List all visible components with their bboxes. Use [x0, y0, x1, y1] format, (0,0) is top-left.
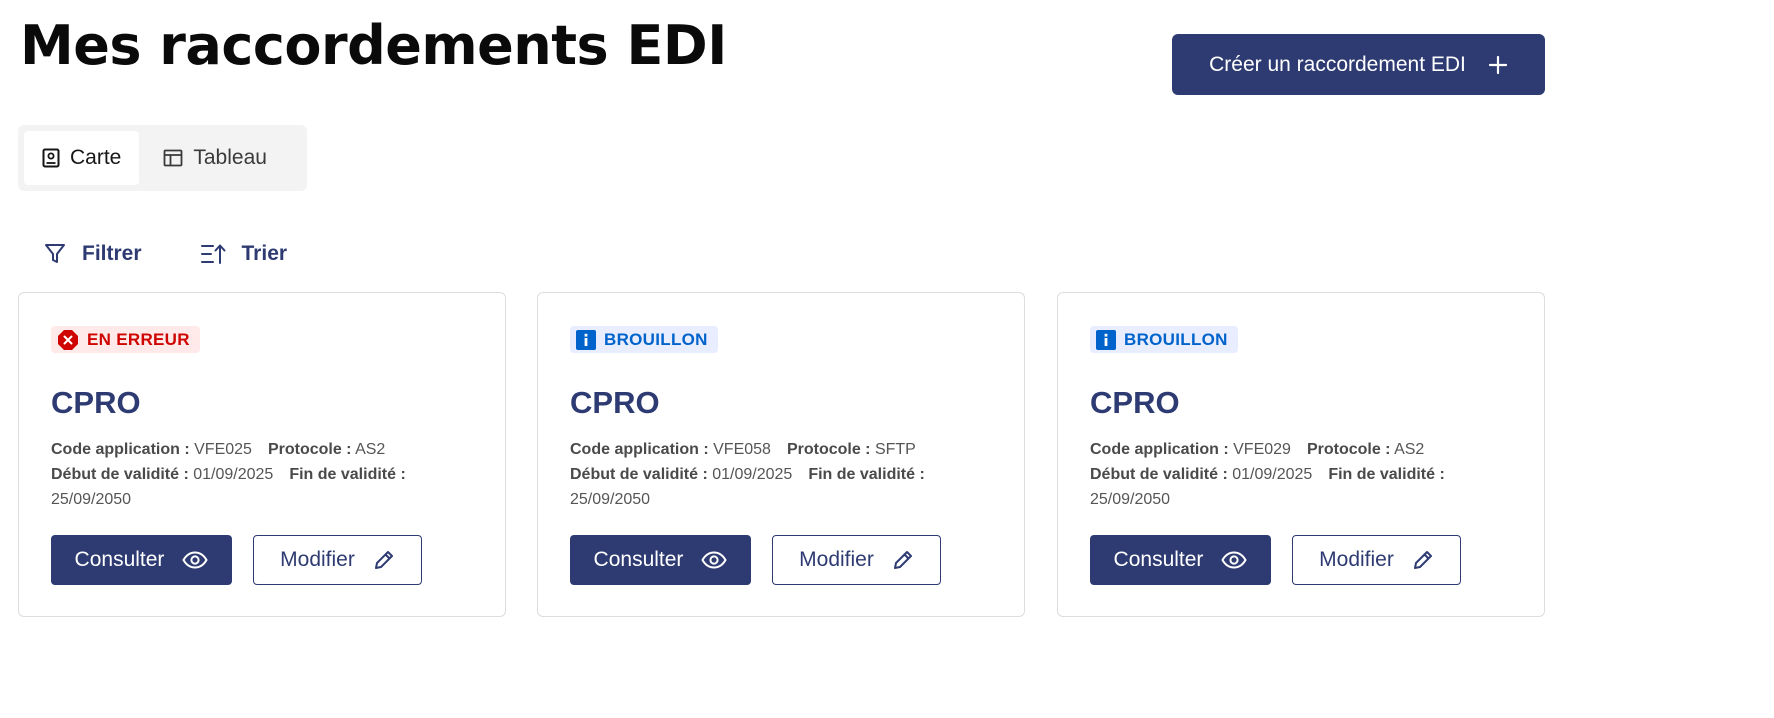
view-option-carte[interactable]: Carte [24, 131, 140, 185]
view-option-label: Tableau [193, 146, 267, 169]
status-label: EN ERREUR [87, 329, 190, 349]
debut-validite-value: 01/09/2025 [712, 466, 793, 483]
filter-icon [44, 243, 66, 265]
consult-button[interactable]: Consulter [51, 535, 232, 585]
card-metadata: Code application : VFE025 Protocole : AS2… [51, 437, 471, 512]
modify-label: Modifier [1319, 548, 1394, 571]
code-application-label: Code application : [570, 441, 709, 458]
edi-connection-card: BROUILLON CPRO Code application : VFE058… [537, 292, 1025, 617]
protocole-value: AS2 [1394, 441, 1425, 458]
eye-icon [182, 551, 209, 569]
fin-validite-label: Fin de validité : [1328, 466, 1445, 483]
view-switch: Carte Tableau [18, 125, 307, 191]
card-view-icon [42, 148, 60, 168]
fin-validite-value: 25/09/2050 [570, 491, 651, 508]
modify-label: Modifier [799, 548, 874, 571]
protocole-value: SFTP [874, 441, 916, 458]
protocole-value: AS2 [355, 441, 386, 458]
create-button-label: Créer un raccordement EDI [1209, 52, 1466, 76]
modify-button[interactable]: Modifier [772, 535, 941, 585]
edi-connection-card: BROUILLON CPRO Code application : VFE029… [1057, 292, 1545, 617]
sort-label: Trier [241, 242, 288, 265]
pencil-icon [373, 549, 395, 571]
info-icon [576, 329, 596, 350]
debut-validite-label: Début de validité : [51, 466, 189, 483]
info-icon [1096, 329, 1116, 350]
card-title: CPRO [1090, 385, 1180, 420]
status-badge: EN ERREUR [51, 326, 200, 353]
fin-validite-value: 25/09/2050 [51, 491, 132, 508]
debut-validite-label: Début de validité : [570, 466, 708, 483]
modify-label: Modifier [280, 548, 355, 571]
code-application-label: Code application : [51, 441, 190, 458]
pencil-icon [1412, 549, 1434, 571]
page-title: Mes raccordements EDI [20, 14, 727, 77]
pencil-icon [892, 549, 914, 571]
debut-validite-value: 01/09/2025 [193, 466, 274, 483]
plus-icon [1488, 55, 1508, 75]
filter-sort-toolbar: Filtrer Trier [44, 232, 287, 276]
fin-validite-value: 25/09/2050 [1090, 491, 1171, 508]
code-application-value: VFE029 [1233, 441, 1291, 458]
filter-label: Filtrer [82, 242, 142, 265]
card-title: CPRO [570, 385, 660, 420]
protocole-label: Protocole : [1306, 441, 1391, 458]
view-option-label: Carte [70, 146, 122, 169]
view-option-tableau[interactable]: Tableau [145, 131, 285, 185]
sort-icon [200, 243, 226, 265]
fin-validite-label: Fin de validité : [808, 466, 925, 483]
eye-icon [701, 551, 728, 569]
create-edi-connection-button[interactable]: Créer un raccordement EDI [1172, 34, 1545, 95]
consult-label: Consulter [593, 548, 684, 571]
sort-button[interactable]: Trier [200, 232, 288, 276]
eye-icon [1221, 551, 1248, 569]
card-title: CPRO [51, 385, 141, 420]
status-badge: BROUILLON [1090, 326, 1238, 353]
card-metadata: Code application : VFE058 Protocole : SFT… [570, 437, 990, 512]
table-view-icon [163, 149, 183, 167]
fin-validite-label: Fin de validité : [289, 466, 406, 483]
status-label: BROUILLON [1124, 329, 1228, 349]
edi-connection-card: EN ERREUR CPRO Code application : VFE025… [18, 292, 506, 617]
modify-button[interactable]: Modifier [1292, 535, 1461, 585]
consult-label: Consulter [1113, 548, 1204, 571]
consult-button[interactable]: Consulter [1090, 535, 1271, 585]
protocole-label: Protocole : [786, 441, 871, 458]
status-badge: BROUILLON [570, 326, 718, 353]
consult-label: Consulter [74, 548, 165, 571]
card-metadata: Code application : VFE029 Protocole : AS2… [1090, 437, 1510, 512]
debut-validite-value: 01/09/2025 [1232, 466, 1313, 483]
modify-button[interactable]: Modifier [253, 535, 422, 585]
error-icon [57, 329, 79, 351]
code-application-value: VFE058 [713, 441, 771, 458]
consult-button[interactable]: Consulter [570, 535, 751, 585]
code-application-value: VFE025 [194, 441, 252, 458]
protocole-label: Protocole : [267, 441, 352, 458]
debut-validite-label: Début de validité : [1090, 466, 1228, 483]
filter-button[interactable]: Filtrer [44, 232, 142, 276]
status-label: BROUILLON [604, 329, 708, 349]
code-application-label: Code application : [1090, 441, 1229, 458]
